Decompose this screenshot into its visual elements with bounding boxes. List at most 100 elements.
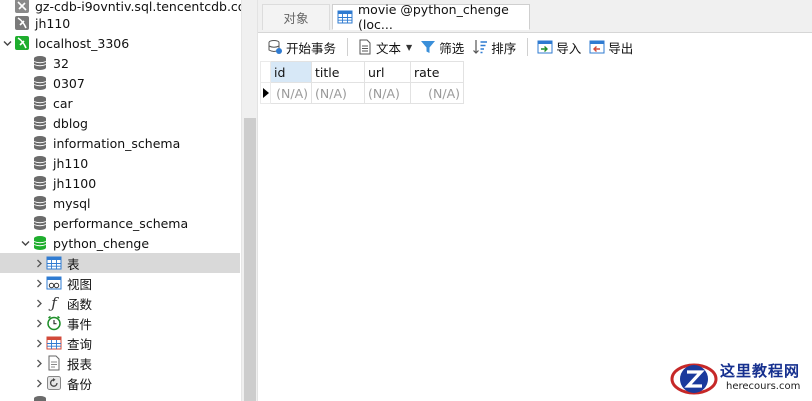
chevron-down-icon[interactable]: [18, 233, 32, 253]
tree-item-functions[interactable]: ƒ 函数: [0, 293, 240, 313]
tree-item-label: jh110: [53, 155, 89, 171]
table-row[interactable]: (N/A) (N/A) (N/A) (N/A): [260, 82, 464, 104]
tree-item-backups[interactable]: 备份: [0, 373, 240, 393]
database-icon: [32, 175, 48, 191]
tree-item-db-python-chenge[interactable]: python_chenge: [0, 233, 240, 253]
tree-item-db-performance-schema[interactable]: performance_schema: [0, 213, 240, 233]
tab-bar: 对象 movie @python_chenge (loc...: [258, 0, 812, 33]
tree-item-db-jh110[interactable]: jh110: [0, 153, 240, 173]
tree-item-label: 查询: [67, 336, 93, 352]
grid-cell-url[interactable]: (N/A): [364, 82, 411, 104]
tree-item-db-information-schema[interactable]: information_schema: [0, 133, 240, 153]
filter-button[interactable]: 筛选: [417, 36, 467, 58]
grid-cell-rate[interactable]: (N/A): [410, 82, 464, 104]
database-icon: [32, 155, 48, 171]
tree-item-db-partial[interactable]: [0, 393, 240, 401]
tree-item-queries[interactable]: 查询: [0, 333, 240, 353]
tree-item-tables[interactable]: 表: [0, 253, 240, 273]
toolbar-separator: [527, 38, 529, 56]
tree-item-localhost-3306[interactable]: localhost_3306: [0, 33, 240, 53]
watermark: 这里教程网 herecours.com: [668, 356, 812, 401]
database-icon: [32, 135, 48, 151]
tree-item-db-mysql[interactable]: mysql: [0, 193, 240, 213]
tab-objects[interactable]: 对象: [262, 4, 330, 30]
filter-funnel-icon: [420, 39, 436, 55]
toolbar: 开始事务 文本 ▼ 筛选 排序 导入 导出: [258, 34, 812, 60]
grid-cell-title[interactable]: (N/A): [311, 82, 365, 104]
database-icon: [32, 95, 48, 111]
backup-icon: [46, 375, 62, 391]
tree-item-db-car[interactable]: car: [0, 93, 240, 113]
tree-item-label: 0307: [53, 75, 85, 91]
connection-tree: gz-cdb-i9ovntiv.sql.tencentcdb.com jh110…: [0, 0, 258, 401]
chevron-right-icon[interactable]: [32, 273, 46, 293]
function-icon: ƒ: [51, 294, 57, 312]
tree-item-label: gz-cdb-i9ovntiv.sql.tencentcdb.com: [35, 0, 258, 14]
watermark-logo-icon: [670, 363, 718, 395]
table-icon: [46, 255, 62, 271]
chevron-right-icon[interactable]: [32, 333, 46, 353]
database-icon: [32, 115, 48, 131]
sort-button[interactable]: 排序: [469, 36, 519, 58]
tree-item-label: performance_schema: [53, 215, 189, 231]
grid-cell-id[interactable]: (N/A): [270, 82, 312, 104]
table-icon: [337, 9, 353, 25]
column-header-rate[interactable]: rate: [410, 61, 464, 83]
chevron-right-icon[interactable]: [32, 253, 46, 273]
tree-item-jh110-server[interactable]: jh110: [0, 13, 240, 33]
tree-item-events[interactable]: 事件: [0, 313, 240, 333]
begin-transaction-label: 开始事务: [286, 40, 337, 56]
server-connected-icon: [14, 35, 30, 51]
import-icon: [537, 39, 553, 55]
grid-header-row: id title url rate: [260, 61, 464, 83]
sort-icon: [472, 39, 488, 55]
tree-item-label: information_schema: [53, 135, 181, 151]
tree-item-reports[interactable]: 报表: [0, 353, 240, 373]
tab-movie-table[interactable]: movie @python_chenge (loc...: [332, 2, 530, 32]
tree-item-label: python_chenge: [53, 235, 150, 251]
scrollbar-thumb[interactable]: [244, 118, 256, 401]
tree-item-label: 报表: [67, 356, 93, 372]
report-icon: [46, 355, 62, 371]
server-disconnected-icon: [14, 0, 30, 14]
import-label: 导入: [556, 40, 582, 56]
text-button[interactable]: 文本 ▼: [354, 36, 415, 58]
column-header-title[interactable]: title: [311, 61, 365, 83]
event-clock-icon: [46, 315, 62, 331]
text-document-icon: [357, 39, 373, 55]
column-header-id[interactable]: id: [270, 61, 312, 83]
chevron-right-icon[interactable]: [32, 293, 46, 313]
server-disconnected-icon: [14, 15, 30, 31]
begin-transaction-button[interactable]: 开始事务: [264, 36, 339, 58]
chevron-right-icon[interactable]: [32, 353, 46, 373]
tree-item-label: 32: [53, 55, 69, 71]
tree-item-views[interactable]: 视图: [0, 273, 240, 293]
tree-item-label: jh110: [35, 15, 71, 31]
row-indicator[interactable]: [260, 82, 271, 104]
chevron-down-icon[interactable]: [0, 33, 14, 53]
navicat-window: gz-cdb-i9ovntiv.sql.tencentcdb.com jh110…: [0, 0, 812, 401]
column-header-url[interactable]: url: [364, 61, 411, 83]
tree-item-label: 备份: [67, 376, 93, 392]
dropdown-caret-icon[interactable]: ▼: [406, 43, 412, 52]
sidebar-scrollbar[interactable]: [241, 0, 257, 401]
export-label: 导出: [608, 40, 634, 56]
tree-item-db-32[interactable]: 32: [0, 53, 240, 73]
chevron-right-icon[interactable]: [32, 313, 46, 333]
filter-label: 筛选: [439, 40, 465, 56]
database-icon: [32, 75, 48, 91]
tree-item-db-dblog[interactable]: dblog: [0, 113, 240, 133]
tree-item-label: dblog: [53, 115, 88, 131]
text-label: 文本: [376, 40, 402, 56]
row-header-corner: [260, 61, 271, 83]
tree-item-db-0307[interactable]: 0307: [0, 73, 240, 93]
tree-item-db-jh1100[interactable]: jh1100: [0, 173, 240, 193]
database-icon: [32, 55, 48, 71]
chevron-right-icon[interactable]: [32, 373, 46, 393]
toolbar-separator: [347, 38, 349, 56]
import-button[interactable]: 导入: [534, 36, 584, 58]
database-icon: [32, 395, 48, 401]
tab-label: movie @python_chenge (loc...: [358, 2, 509, 32]
export-button[interactable]: 导出: [586, 36, 636, 58]
watermark-title: 这里教程网: [720, 362, 801, 380]
